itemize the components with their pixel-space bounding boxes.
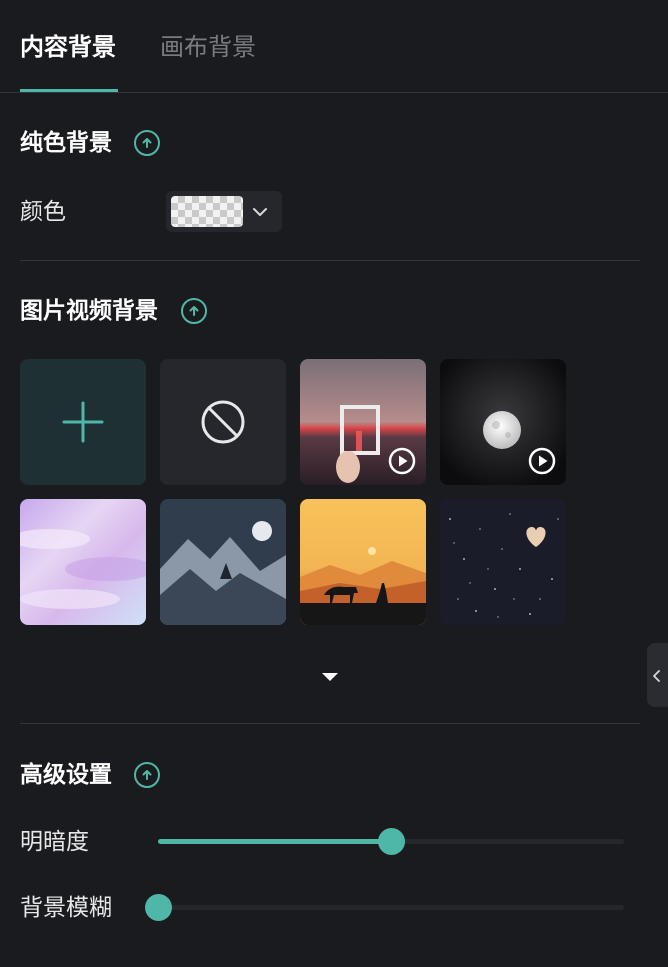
night-mountain-image (160, 499, 286, 625)
tab-bar: 内容背景 画布背景 (0, 0, 668, 93)
media-background-title: 图片视频背景 (20, 298, 158, 324)
background-blur-slider-thumb[interactable] (144, 894, 172, 921)
background-blur-slider[interactable] (158, 905, 624, 910)
chevron-left-icon (653, 670, 660, 682)
play-icon (388, 447, 416, 475)
color-picker-dropdown[interactable] (166, 191, 282, 232)
desert-horse-image (300, 499, 426, 625)
advanced-settings-title: 高级设置 (20, 762, 112, 788)
image-thumbnail-night-mountain[interactable] (160, 499, 286, 625)
brightness-slider-fill (158, 839, 391, 844)
caret-down-icon[interactable] (321, 671, 339, 683)
background-blur-label: 背景模糊 (20, 895, 112, 921)
color-label: 颜色 (20, 199, 66, 225)
play-icon (528, 447, 556, 475)
collapse-arrow-up-icon[interactable] (134, 762, 160, 788)
no-background-button[interactable] (160, 359, 286, 485)
brightness-slider-thumb[interactable] (377, 828, 405, 855)
collapse-arrow-up-icon[interactable] (134, 130, 160, 156)
collapse-arrow-up-icon[interactable] (181, 298, 207, 324)
solid-background-title: 纯色背景 (20, 130, 112, 156)
image-thumbnail-desert-horse[interactable] (300, 499, 426, 625)
panel-collapse-handle[interactable] (647, 643, 668, 707)
active-tab-indicator (20, 89, 118, 92)
video-thumbnail-sunset-frame[interactable] (300, 359, 426, 485)
section-divider (20, 260, 640, 261)
add-background-button[interactable] (20, 359, 146, 485)
brightness-label: 明暗度 (20, 829, 89, 855)
video-thumbnail-moon[interactable] (440, 359, 566, 485)
prohibited-icon (201, 400, 245, 444)
image-thumbnail-pastel-clouds[interactable] (20, 499, 146, 625)
chevron-down-icon (253, 208, 267, 216)
pastel-clouds-image (20, 499, 146, 625)
transparent-color-swatch (171, 196, 243, 227)
background-settings-panel: 内容背景 画布背景 纯色背景 颜色 图片视频背景 高级设置 明暗度 背景模糊 (0, 0, 668, 967)
tab-canvas-background[interactable]: 画布背景 (160, 30, 256, 64)
starry-heart-image (440, 499, 566, 625)
section-divider (20, 723, 640, 724)
image-thumbnail-starry-heart[interactable] (440, 499, 566, 625)
tab-content-background[interactable]: 内容背景 (20, 30, 116, 64)
plus-icon (62, 401, 104, 443)
